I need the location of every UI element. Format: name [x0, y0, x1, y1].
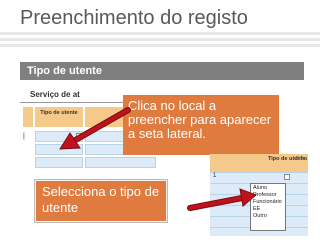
red-arrow-icon [187, 188, 257, 211]
red-arrow-icon [59, 107, 131, 150]
pointer-arrows [59, 107, 257, 211]
